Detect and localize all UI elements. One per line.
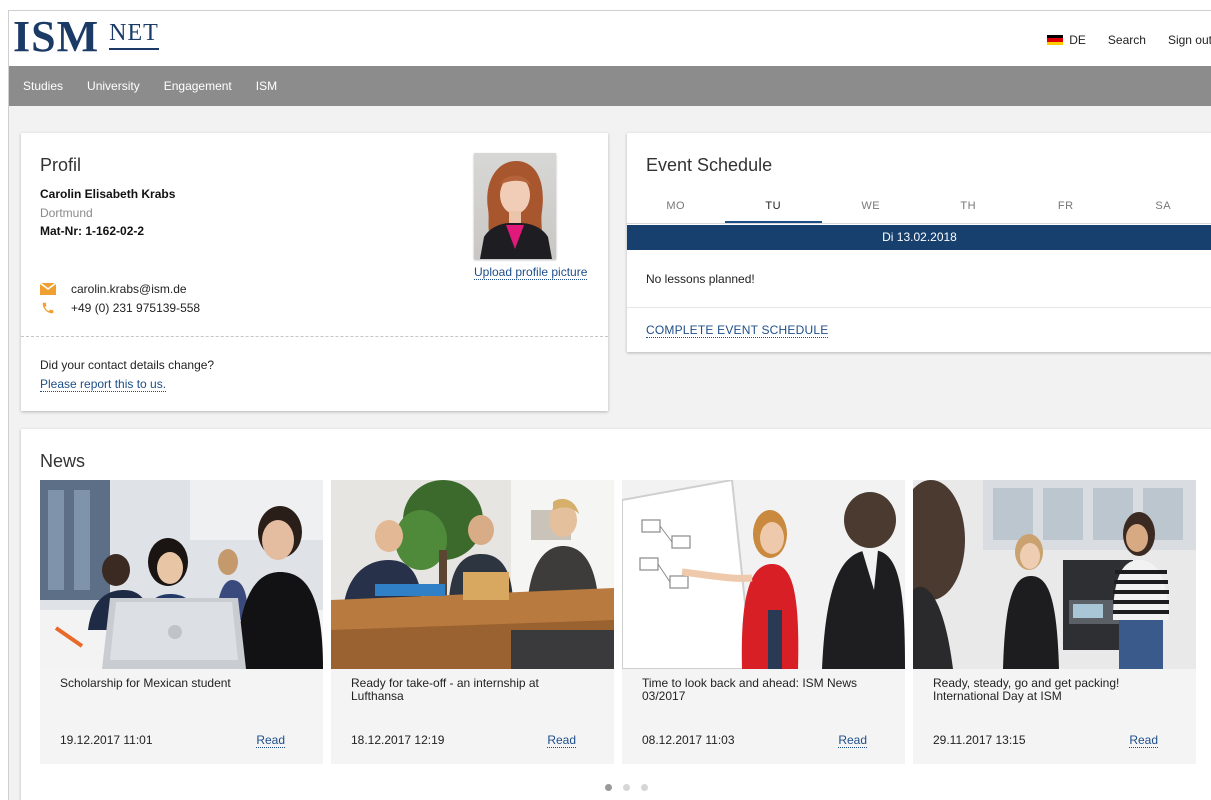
contact-change-question: Did your contact details change? bbox=[40, 358, 215, 372]
profile-photo bbox=[474, 153, 556, 259]
news-title: News bbox=[40, 451, 86, 471]
news-card: News Scholarship for Mexican student 19.… bbox=[21, 429, 1211, 800]
nav-item-studies[interactable]: Studies bbox=[23, 79, 63, 93]
email-row: carolin.krabs@ism.de bbox=[40, 279, 200, 298]
news-item-title: Ready, steady, go and get packing! Inter… bbox=[933, 676, 1120, 703]
email-value[interactable]: carolin.krabs@ism.de bbox=[71, 282, 187, 296]
profile-name: Carolin Elisabeth Krabs bbox=[40, 187, 176, 201]
pager-dot-2[interactable] bbox=[623, 784, 630, 791]
selected-date-bar: Di 13.02.2018 bbox=[627, 225, 1211, 250]
upload-profile-picture-link[interactable]: Upload profile picture bbox=[474, 265, 588, 280]
news-pager bbox=[605, 784, 659, 791]
news-read-link[interactable]: Read bbox=[547, 733, 576, 748]
header: ISM NET DE Search Sign out bbox=[9, 11, 1211, 66]
profile-card: Profil Carolin Elisabeth Krabs Dortmund … bbox=[21, 133, 608, 411]
news-item[interactable]: Time to look back and ahead: ISM News 03… bbox=[622, 480, 905, 764]
language-label: DE bbox=[1069, 33, 1086, 47]
pager-dot-1[interactable] bbox=[605, 784, 612, 791]
news-image-lufthansa[interactable] bbox=[331, 480, 614, 669]
news-read-link[interactable]: Read bbox=[256, 733, 285, 748]
profile-divider bbox=[21, 336, 608, 337]
app-frame: ISM NET DE Search Sign out Studies Unive… bbox=[8, 10, 1211, 800]
report-change-link[interactable]: Please report this to us. bbox=[40, 377, 167, 392]
no-lessons-message: No lessons planned! bbox=[646, 272, 755, 286]
tab-friday[interactable]: FR bbox=[1017, 190, 1115, 223]
logo-ism-text: ISM bbox=[13, 12, 100, 61]
news-item[interactable]: Ready, steady, go and get packing! Inter… bbox=[913, 480, 1196, 764]
tab-saturday[interactable]: SA bbox=[1115, 190, 1211, 223]
nav-item-ism[interactable]: ISM bbox=[256, 79, 277, 93]
language-switch[interactable]: DE bbox=[1047, 33, 1086, 47]
news-item-date: 18.12.2017 12:19 bbox=[351, 733, 445, 747]
german-flag-icon bbox=[1047, 35, 1064, 45]
profile-title: Profil bbox=[40, 155, 82, 175]
tab-thursday[interactable]: TH bbox=[920, 190, 1018, 223]
header-actions: DE Search Sign out bbox=[1047, 33, 1211, 47]
ism-logo[interactable]: ISM NET bbox=[13, 12, 159, 61]
pager-dot-3[interactable] bbox=[641, 784, 648, 791]
news-item-title: Time to look back and ahead: ISM News 03… bbox=[642, 676, 857, 703]
main-nav: Studies University Engagement ISM bbox=[9, 66, 1211, 106]
news-item-date: 08.12.2017 11:03 bbox=[642, 733, 735, 747]
tab-wednesday[interactable]: WE bbox=[822, 190, 920, 223]
phone-value: +49 (0) 231 975139-558 bbox=[71, 300, 201, 315]
news-read-link[interactable]: Read bbox=[838, 733, 867, 748]
nav-item-university[interactable]: University bbox=[87, 79, 140, 93]
schedule-title: Event Schedule bbox=[646, 155, 773, 175]
news-read-link[interactable]: Read bbox=[1129, 733, 1158, 748]
nav-item-engagement[interactable]: Engagement bbox=[164, 79, 232, 93]
search-link[interactable]: Search bbox=[1108, 33, 1146, 47]
tab-monday[interactable]: MO bbox=[627, 190, 725, 223]
news-image-ism-news[interactable] bbox=[622, 480, 905, 669]
schedule-divider bbox=[627, 307, 1211, 308]
news-item-date: 29.11.2017 13:15 bbox=[933, 733, 1026, 747]
weekday-tabs: MO TU WE TH FR SA bbox=[627, 190, 1211, 224]
tab-tuesday[interactable]: TU bbox=[724, 190, 822, 223]
news-item-date: 19.12.2017 11:01 bbox=[60, 733, 153, 747]
event-schedule-card: Event Schedule MO TU WE TH FR SA Di 13.0… bbox=[627, 133, 1211, 352]
logo-net-text: NET bbox=[109, 20, 159, 50]
news-item-title: Scholarship for Mexican student bbox=[60, 676, 231, 690]
news-image-international-day[interactable] bbox=[913, 480, 1196, 669]
news-item-title: Ready for take-off - an internship at Lu… bbox=[351, 676, 539, 703]
mail-icon bbox=[40, 281, 56, 297]
news-item[interactable]: Ready for take-off - an internship at Lu… bbox=[331, 480, 614, 764]
phone-row: +49 (0) 231 975139-558 bbox=[40, 298, 200, 317]
signout-link[interactable]: Sign out bbox=[1168, 33, 1211, 47]
phone-icon bbox=[40, 300, 56, 316]
news-item[interactable]: Scholarship for Mexican student 19.12.20… bbox=[40, 480, 323, 764]
contact-details: carolin.krabs@ism.de +49 (0) 231 975139-… bbox=[40, 279, 200, 317]
profile-city: Dortmund bbox=[40, 206, 93, 220]
complete-event-schedule-link[interactable]: COMPLETE EVENT SCHEDULE bbox=[646, 323, 829, 338]
profile-mat-nr: Mat-Nr: 1-162-02-2 bbox=[40, 224, 145, 238]
news-image-scholarship[interactable] bbox=[40, 480, 323, 669]
